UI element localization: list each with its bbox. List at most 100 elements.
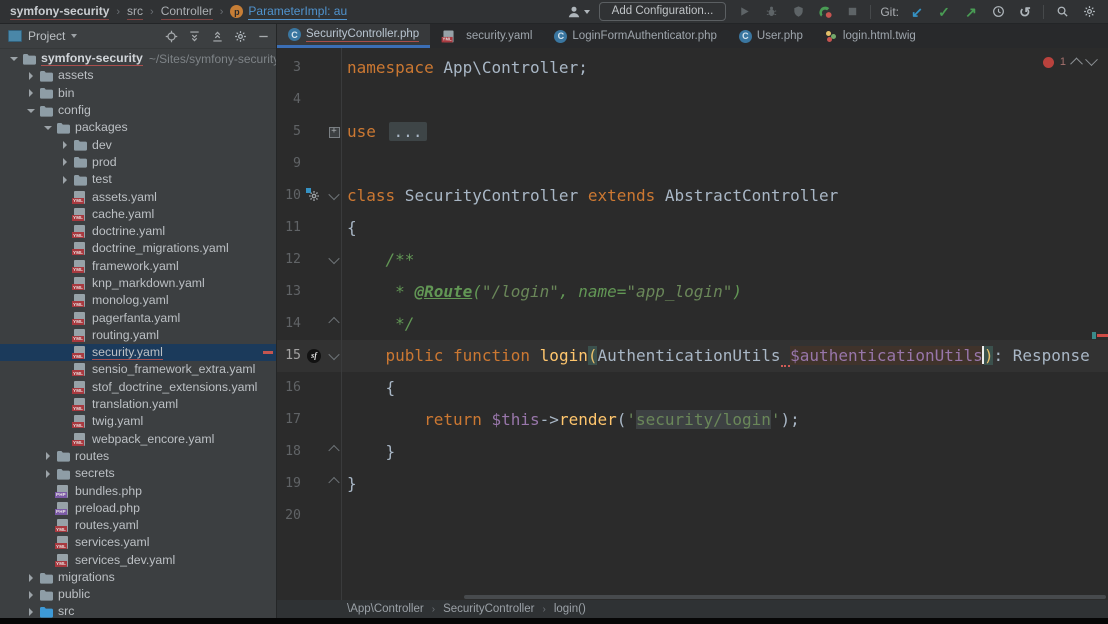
stripe-info-mark[interactable] xyxy=(1092,332,1096,339)
code-line-18[interactable]: 18 } xyxy=(277,436,1108,468)
tree-item-security.yaml[interactable]: YML security.yaml xyxy=(0,344,276,362)
tree-item-services.yaml[interactable]: YML services.yaml xyxy=(0,534,276,551)
chevron-collapsed-icon[interactable] xyxy=(23,590,38,599)
previous-error-button[interactable] xyxy=(1070,57,1083,70)
git-push-button[interactable]: ↗ xyxy=(962,3,980,21)
fold-marker-down[interactable] xyxy=(327,340,341,372)
editor-breadcrumb-item[interactable]: login() xyxy=(554,603,586,615)
panel-settings-button[interactable] xyxy=(233,28,247,44)
service-definition-gutter-icon[interactable] xyxy=(301,180,327,212)
tree-item-stof_doctrine_extensions.yaml[interactable]: YML stof_doctrine_extensions.yaml xyxy=(0,379,276,396)
code-line-3[interactable]: 3 namespace App\Controller; xyxy=(277,52,1108,84)
tree-item-secrets[interactable]: secrets xyxy=(0,465,276,482)
breadcrumb-item-src[interactable]: src xyxy=(127,4,144,20)
tree-item-routes.yaml[interactable]: YML routes.yaml xyxy=(0,517,276,534)
tab-login.html.twig[interactable]: login.html.twig xyxy=(814,24,927,48)
tree-item-config[interactable]: config xyxy=(0,102,276,119)
tree-item-webpack_encore.yaml[interactable]: YML webpack_encore.yaml xyxy=(0,431,276,448)
tree-item-bundles.php[interactable]: PHP bundles.php xyxy=(0,482,276,499)
debug-button[interactable] xyxy=(762,3,780,21)
tab-security.yaml[interactable]: YML security.yaml xyxy=(430,24,543,48)
tree-item-services_dev.yaml[interactable]: YML services_dev.yaml xyxy=(0,552,276,569)
tree-item-symfony-security[interactable]: symfony-security ~/Sites/symfony-security xyxy=(0,50,276,67)
tree-item-prod[interactable]: prod xyxy=(0,154,276,171)
chevron-expanded-icon[interactable] xyxy=(23,108,38,113)
horizontal-scrollbar[interactable] xyxy=(464,595,1106,599)
tree-item-dev[interactable]: dev xyxy=(0,136,276,153)
tree-item-monolog.yaml[interactable]: YML monolog.yaml xyxy=(0,292,276,309)
code-line-5[interactable]: 5 + use ... xyxy=(277,116,1108,148)
chevron-collapsed-icon[interactable] xyxy=(57,141,72,150)
collapse-all-button[interactable] xyxy=(210,28,224,44)
tree-item-cache.yaml[interactable]: YML cache.yaml xyxy=(0,206,276,223)
code-line-14[interactable]: 14 */ xyxy=(277,308,1108,340)
tree-item-assets.yaml[interactable]: YML assets.yaml xyxy=(0,188,276,205)
code-line-15[interactable]: 15 sf public function login(Authenticatio… xyxy=(277,340,1108,372)
local-history-button[interactable] xyxy=(989,3,1007,21)
tree-item-public[interactable]: public xyxy=(0,586,276,603)
chevron-down-icon[interactable] xyxy=(71,34,78,38)
chevron-collapsed-icon[interactable] xyxy=(57,175,72,184)
coverage-button[interactable] xyxy=(789,3,807,21)
chevron-collapsed-icon[interactable] xyxy=(23,608,38,617)
code-line-19[interactable]: 19} xyxy=(277,468,1108,500)
tree-item-preload.php[interactable]: PHP preload.php xyxy=(0,500,276,517)
project-panel-title[interactable]: Project xyxy=(28,29,65,43)
search-everywhere-button[interactable] xyxy=(1053,3,1071,21)
chevron-expanded-icon[interactable] xyxy=(40,125,55,130)
fold-marker-up[interactable] xyxy=(327,308,341,340)
git-commit-button[interactable]: ✓ xyxy=(935,3,953,21)
tree-item-pagerfanta.yaml[interactable]: YML pagerfanta.yaml xyxy=(0,309,276,326)
chevron-collapsed-icon[interactable] xyxy=(23,71,38,80)
tree-item-translation.yaml[interactable]: YML translation.yaml xyxy=(0,396,276,413)
tree-item-doctrine.yaml[interactable]: YML doctrine.yaml xyxy=(0,223,276,240)
code-line-10[interactable]: 10 class SecurityController extends Abstr… xyxy=(277,180,1108,212)
tree-item-migrations[interactable]: migrations xyxy=(0,569,276,586)
tree-item-assets[interactable]: assets xyxy=(0,67,276,84)
debug-listener-toggle[interactable] xyxy=(816,3,834,21)
fold-marker-up[interactable] xyxy=(327,436,341,468)
fold-marker-down[interactable] xyxy=(327,180,341,212)
run-button[interactable] xyxy=(735,3,753,21)
chevron-expanded-icon[interactable] xyxy=(6,56,21,61)
tab-SecurityController.php[interactable]: C SecurityController.php xyxy=(277,24,431,48)
hide-panel-button[interactable] xyxy=(256,28,270,44)
chevron-collapsed-icon[interactable] xyxy=(23,89,38,98)
tree-item-routing.yaml[interactable]: YML routing.yaml xyxy=(0,327,276,344)
code-editor[interactable]: 3 namespace App\Controller; 4 5 + use ... 9 10 c… xyxy=(277,48,1108,600)
code-line-11[interactable]: 11 { xyxy=(277,212,1108,244)
locate-file-button[interactable] xyxy=(164,28,178,44)
tree-item-test[interactable]: test xyxy=(0,171,276,188)
code-line-9[interactable]: 9 xyxy=(277,148,1108,180)
code-line-12[interactable]: 12 /** xyxy=(277,244,1108,276)
user-menu[interactable] xyxy=(567,3,590,21)
tree-item-src[interactable]: src xyxy=(0,604,276,619)
code-line-20[interactable]: 20 xyxy=(277,500,1108,532)
chevron-collapsed-icon[interactable] xyxy=(57,158,72,167)
code-line-17[interactable]: 17 return $this->render('security/login'… xyxy=(277,404,1108,436)
fold-marker-plus[interactable]: + xyxy=(327,116,341,148)
editor-breadcrumb-item[interactable]: \App\Controller xyxy=(347,603,424,615)
stop-button[interactable] xyxy=(843,3,861,21)
expand-all-button[interactable] xyxy=(187,28,201,44)
tree-item-knp_markdown.yaml[interactable]: YML knp_markdown.yaml xyxy=(0,275,276,292)
breadcrumb-active-item[interactable]: p ParameterImpl: au xyxy=(230,4,348,20)
chevron-collapsed-icon[interactable] xyxy=(40,452,55,461)
stripe-error-mark[interactable] xyxy=(1097,334,1108,337)
tree-item-routes[interactable]: routes xyxy=(0,448,276,465)
fold-marker-up[interactable] xyxy=(327,468,341,500)
breadcrumb-item-symfony-security[interactable]: symfony-security xyxy=(10,4,110,20)
code-line-4[interactable]: 4 xyxy=(277,84,1108,116)
code-line-13[interactable]: 13 * @Route("/login", name="app_login") xyxy=(277,276,1108,308)
tree-item-sensio_framework_extra.yaml[interactable]: YML sensio_framework_extra.yaml xyxy=(0,361,276,378)
tree-item-doctrine_migrations.yaml[interactable]: YML doctrine_migrations.yaml xyxy=(0,240,276,257)
chevron-collapsed-icon[interactable] xyxy=(23,573,38,582)
breadcrumb-item-Controller[interactable]: Controller xyxy=(160,4,213,20)
tree-item-bin[interactable]: bin xyxy=(0,85,276,102)
symfony-route-gutter-icon[interactable]: sf xyxy=(301,340,327,372)
fold-marker-down[interactable] xyxy=(327,244,341,276)
tree-item-twig.yaml[interactable]: YML twig.yaml xyxy=(0,413,276,430)
tree-item-packages[interactable]: packages xyxy=(0,119,276,136)
chevron-collapsed-icon[interactable] xyxy=(40,469,55,478)
editor-breadcrumb-item[interactable]: SecurityController xyxy=(443,603,534,615)
